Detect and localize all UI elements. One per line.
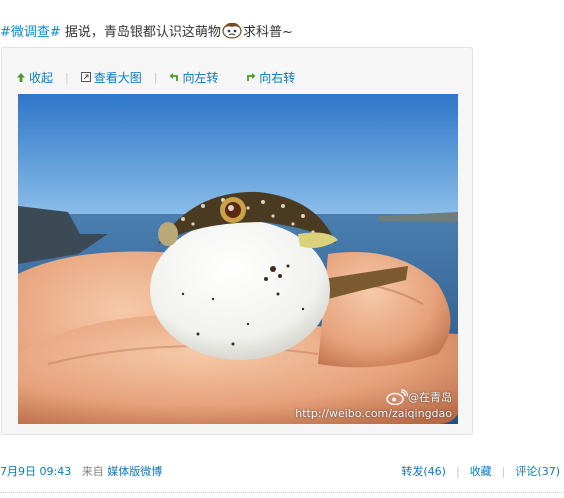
collapse-button[interactable]: 收起	[16, 69, 53, 86]
comment-button[interactable]: 评论(37)	[515, 463, 560, 479]
rotate-left-label: 向左转	[182, 70, 219, 85]
view-large-label: 查看大图	[93, 70, 142, 85]
divider: |	[65, 70, 69, 84]
divider-line	[0, 492, 564, 493]
post-time: 09:43	[39, 465, 72, 478]
view-large-icon	[80, 72, 91, 82]
arrow-up-icon	[17, 72, 25, 82]
source-link[interactable]: 媒体版微博	[107, 465, 162, 478]
collapse-label: 收起	[29, 70, 54, 85]
post-date-link[interactable]: 7月9日 09:43	[0, 465, 71, 478]
media-box: 收起 | 查看大图 | 向左转 | 向右转	[1, 47, 473, 435]
rotate-right-label: 向右转	[259, 70, 296, 85]
repost-count: (46)	[423, 465, 446, 478]
favorite-button[interactable]: 收藏	[470, 463, 492, 479]
post-actions: 转发(46) | 收藏 | 评论(37)	[401, 463, 560, 479]
divider: |	[501, 464, 506, 478]
puzzled-face-icon	[221, 21, 243, 39]
image-toolbar: 收起 | 查看大图 | 向左转 | 向右转	[16, 68, 295, 86]
rotate-left-icon	[169, 73, 179, 81]
rotate-right-icon	[247, 73, 256, 81]
post-text: #微调查# 据说，青岛银都认识这萌物 求科普~	[0, 21, 293, 42]
view-large-button[interactable]: 查看大图	[80, 69, 142, 86]
divider: |	[153, 70, 158, 84]
post-text-main: 据说，青岛银都认识这萌物	[60, 25, 221, 40]
repost-button[interactable]: 转发(46)	[401, 463, 446, 479]
post-meta: 7月9日 09:43 来自 媒体版微博	[0, 463, 162, 479]
topic-link[interactable]: #微调查#	[0, 25, 61, 40]
divider: |	[455, 464, 460, 478]
photo-watermark: @在青岛 http://weibo.com/zaiqingdao	[295, 389, 452, 420]
watermark-brand: @在青岛	[408, 391, 452, 404]
source-prefix: 来自	[81, 465, 104, 478]
pufferfish-photo[interactable]: @在青岛 http://weibo.com/zaiqingdao	[18, 94, 458, 424]
watermark-url: http://weibo.com/zaiqingdao	[295, 407, 452, 420]
post-text-tail: 求科普~	[242, 25, 293, 40]
weibo-logo-icon	[386, 389, 408, 405]
rotate-left-button[interactable]: 向左转	[169, 69, 218, 86]
repost-label: 转发	[401, 465, 424, 478]
divider: |	[230, 71, 234, 84]
comment-label: 评论	[515, 465, 538, 478]
rotate-right-button[interactable]: 向右转	[246, 69, 295, 86]
comment-count: (37)	[537, 465, 560, 478]
post-date: 7月9日	[0, 465, 36, 478]
